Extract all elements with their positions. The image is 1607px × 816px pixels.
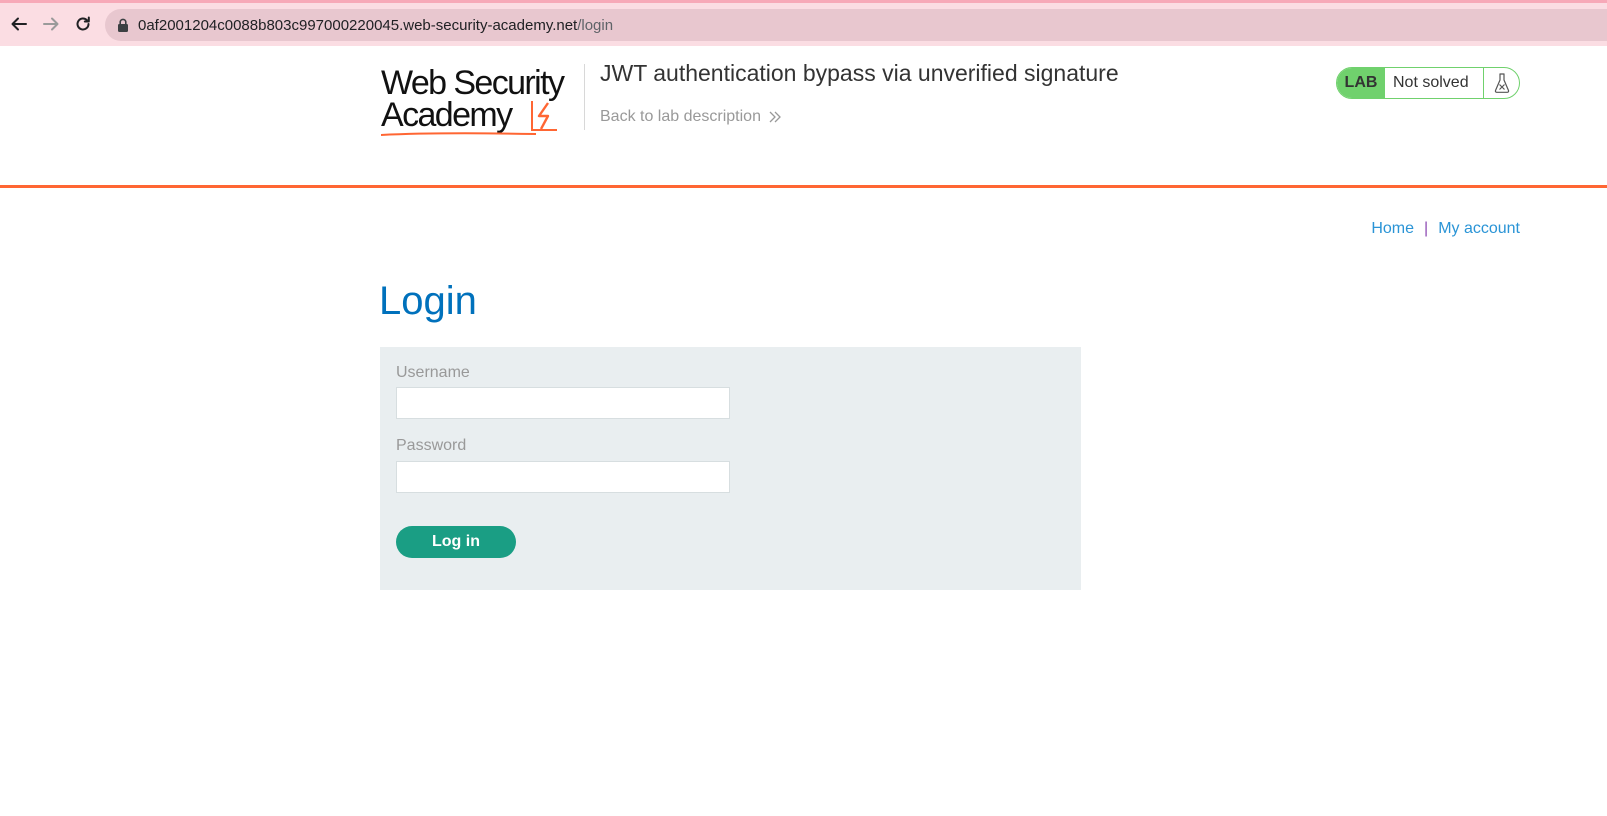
logo-line-1: Web Security [381, 64, 565, 102]
lock-icon [118, 18, 128, 32]
double-chevron-right-icon [769, 111, 781, 123]
logo-line-2: Academy [381, 96, 513, 134]
reload-button[interactable] [73, 14, 93, 34]
lab-status-widget: LAB Not solved [1336, 67, 1520, 99]
address-bar[interactable]: 0af2001204c0088b803c997000220045.web-sec… [105, 9, 1607, 41]
web-security-academy-logo[interactable]: Web Security Academy [381, 62, 581, 142]
flask-icon [1494, 73, 1509, 93]
nav-separator: | [1424, 220, 1429, 237]
back-button[interactable] [9, 14, 29, 34]
login-form: Username Password Log in [380, 347, 1081, 590]
header-divider [584, 64, 585, 130]
reload-icon [76, 16, 90, 31]
password-label: Password [396, 437, 467, 454]
url-text: 0af2001204c0088b803c997000220045.web-sec… [138, 17, 613, 34]
log-in-button[interactable]: Log in [396, 526, 516, 558]
lab-badge: LAB [1337, 68, 1385, 98]
arrow-right-icon [43, 17, 59, 31]
my-account-link[interactable]: My account [1438, 220, 1520, 238]
username-label: Username [396, 364, 470, 381]
back-link-label: Back to lab description [600, 108, 761, 125]
password-input[interactable] [396, 461, 730, 493]
top-nav: Home | My account [1371, 220, 1520, 238]
username-input[interactable] [396, 387, 730, 419]
logo-bolt-icon [531, 101, 557, 131]
back-to-lab-description-link[interactable]: Back to lab description [600, 108, 782, 126]
home-link[interactable]: Home [1371, 220, 1414, 238]
url-host: 0af2001204c0088b803c997000220045.web-sec… [138, 16, 578, 34]
forward-button[interactable] [41, 14, 61, 34]
lab-header: Web Security Academy JWT authentication … [0, 46, 1607, 188]
browser-toolbar: 0af2001204c0088b803c997000220045.web-sec… [0, 0, 1607, 46]
logo-underline-icon [381, 132, 537, 136]
page-title: Login [379, 279, 477, 323]
url-path: /login [577, 16, 614, 34]
lab-status-text: Not solved [1393, 74, 1469, 91]
lab-title: JWT authentication bypass via unverified… [600, 60, 1119, 86]
arrow-left-icon [11, 17, 27, 31]
lab-status-icon-box [1483, 68, 1519, 98]
